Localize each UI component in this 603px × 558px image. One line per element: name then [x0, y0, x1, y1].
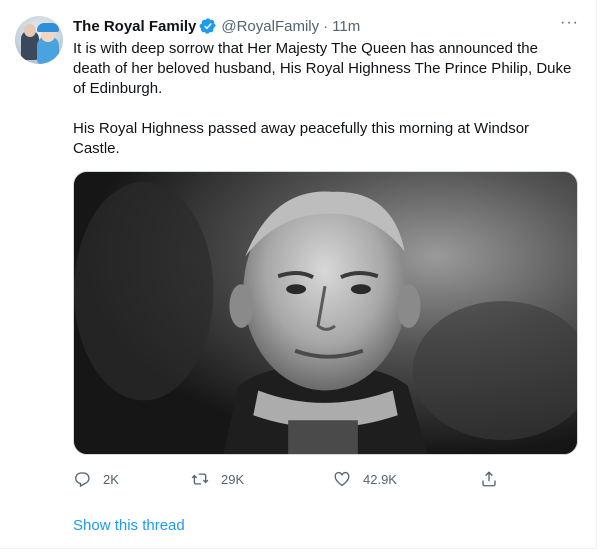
more-options-icon[interactable]: ···	[560, 14, 579, 32]
header-separator: ·	[323, 17, 329, 35]
reply-icon	[75, 472, 90, 488]
tweet-paragraph: It is with deep sorrow that Her Majesty …	[73, 40, 572, 97]
verified-badge-icon	[199, 17, 217, 35]
author-handle[interactable]: @RoyalFamily	[221, 18, 319, 35]
retweet-icon	[191, 473, 209, 485]
retweet-button[interactable]: 29K	[191, 470, 244, 488]
portrait-photo-image	[74, 172, 577, 454]
author-avatar[interactable]	[15, 16, 63, 64]
author-name[interactable]: The Royal Family	[73, 18, 196, 35]
tweet-text: It is with deep sorrow that Her Majesty …	[73, 39, 578, 159]
tweet-photo[interactable]	[73, 171, 578, 455]
tweet-actions: 2K 29K 42.9K	[73, 470, 518, 490]
share-button[interactable]	[480, 470, 498, 488]
tweet-paragraph: His Royal Highness passed away peacefull…	[73, 120, 530, 157]
reply-count: 2K	[103, 471, 119, 487]
show-thread-link[interactable]: Show this thread	[73, 517, 185, 534]
share-icon	[482, 471, 496, 487]
tweet-header: The Royal Family @RoyalFamily · 11m	[73, 16, 360, 36]
reply-button[interactable]: 2K	[73, 470, 119, 488]
tweet-card[interactable]: The Royal Family @RoyalFamily · 11m ··· …	[0, 0, 597, 549]
tweet-timestamp[interactable]: 11m	[332, 18, 360, 35]
retweet-count: 29K	[221, 471, 245, 487]
like-count: 42.9K	[363, 471, 397, 487]
heart-icon	[334, 471, 350, 487]
like-button[interactable]: 42.9K	[333, 470, 397, 488]
